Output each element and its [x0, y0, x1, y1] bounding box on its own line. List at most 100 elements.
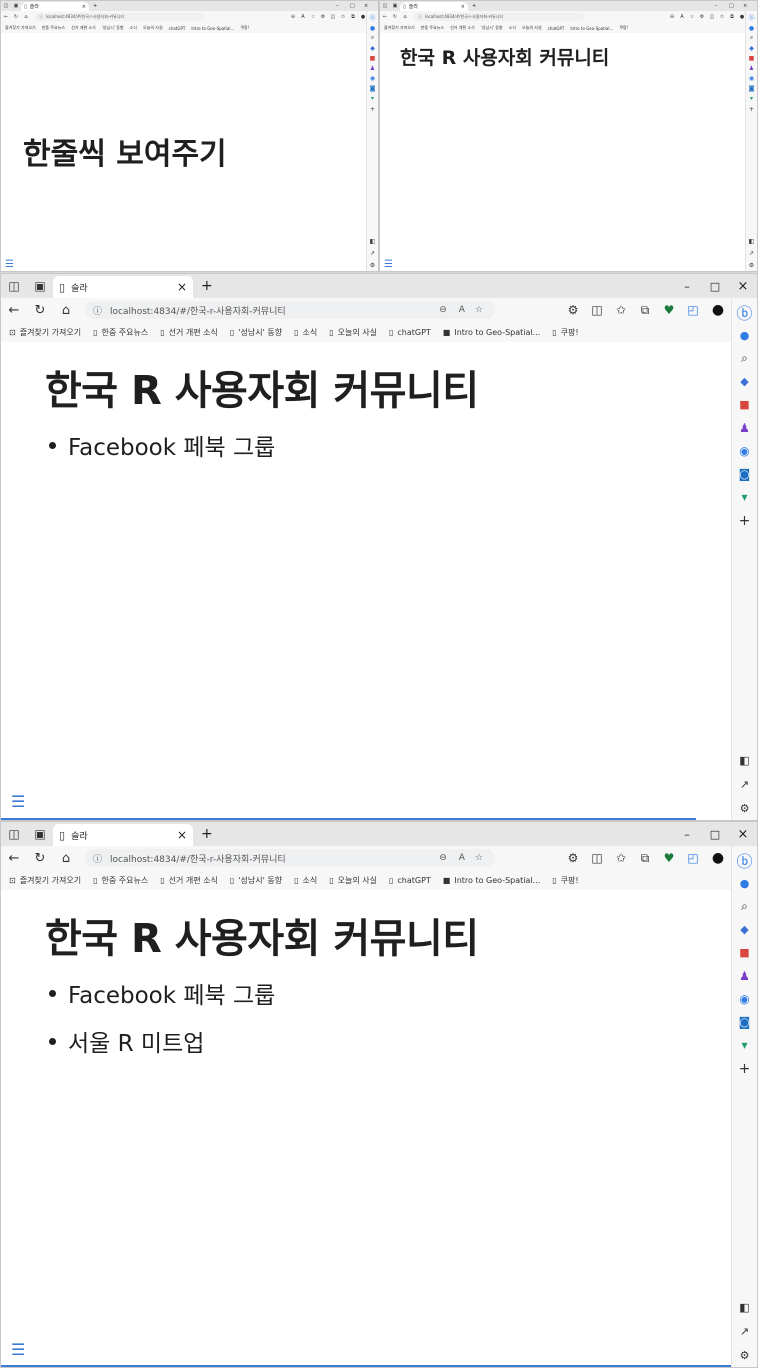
extensions-icon[interactable]: ⚙	[697, 14, 707, 20]
back-icon[interactable]: ←	[380, 14, 390, 20]
bing-icon[interactable]: ⓑ	[736, 848, 752, 872]
bing-icon[interactable]: ⓑ	[748, 11, 754, 23]
workspaces-icon[interactable]: ◫	[1, 3, 11, 9]
favorites-icon[interactable]: ✩	[609, 303, 633, 317]
new-tab-button[interactable]: +	[93, 3, 97, 9]
favorite-star-icon[interactable]: ☆	[475, 305, 483, 315]
bookmark-item[interactable]: ⊡ 즐겨찾기 가져오기	[9, 875, 81, 886]
menu-icon[interactable]: ☰	[11, 1340, 25, 1359]
bookmark-item[interactable]: 오늘의 사실	[143, 25, 163, 31]
browser-tab[interactable]: ▯ 슬라 ×	[53, 824, 193, 846]
refresh-icon[interactable]: ↻	[11, 14, 21, 20]
bookmark-item[interactable]: 선거 개편 소식	[450, 25, 475, 31]
close-window-button[interactable]: ×	[729, 279, 757, 294]
collections-icon[interactable]: ⧉	[633, 851, 657, 866]
bookmark-item[interactable]: ▯ 쿠팡!	[552, 327, 578, 338]
address-bar[interactable]: ⓘ localhost:4834/#/한국-r-사용자회-커뮤니티 ⊖ A ☆	[85, 301, 495, 319]
workspaces-icon[interactable]: ◫	[1, 279, 27, 293]
external-link-icon[interactable]: ↗	[749, 247, 754, 259]
zoom-icon[interactable]: ⊖	[439, 305, 447, 315]
bell-icon[interactable]: ●	[740, 324, 750, 347]
read-aloud-icon[interactable]: A	[677, 14, 687, 20]
address-bar[interactable]: ⓘ localhost:4834/#/한국-r-사용자회-커뮤니티	[414, 13, 584, 21]
browser-tab[interactable]: ▯ 슬라 ×	[21, 2, 89, 11]
address-bar[interactable]: ⓘ localhost:4834/#/한국-r-사용자회-커뮤니티 ⊖ A ☆	[85, 849, 495, 867]
bookmark-item[interactable]: chatGPT	[169, 26, 186, 31]
favorite-star-icon[interactable]: ☆	[308, 14, 318, 20]
external-link-icon[interactable]: ↗	[740, 1319, 749, 1343]
bookmark-item[interactable]: ▯ 오늘의 사실	[329, 875, 377, 886]
tools-icon[interactable]: ■	[370, 53, 376, 63]
bookmark-item[interactable]: ▯ 소식	[294, 875, 317, 886]
bookmark-item[interactable]: '성남시' 동향	[481, 25, 503, 31]
home-icon[interactable]: ⌂	[53, 303, 79, 318]
extensions-icon[interactable]: ⚙	[561, 851, 585, 865]
minimize-button[interactable]: –	[715, 3, 729, 9]
split-screen-icon[interactable]: ◫	[585, 851, 609, 865]
search-icon[interactable]: ⌕	[371, 33, 374, 43]
split-screen-icon[interactable]: ◫	[585, 303, 609, 317]
close-window-button[interactable]: ×	[743, 3, 757, 9]
bookmark-item[interactable]: 한중 주요뉴스	[42, 25, 65, 31]
bing-icon[interactable]: ⓑ	[736, 300, 752, 324]
settings-icon[interactable]: ⚙	[749, 259, 754, 271]
workspaces-icon[interactable]: ◫	[380, 3, 390, 9]
add-icon[interactable]: +	[749, 103, 754, 115]
bookmark-item[interactable]: 소식	[130, 25, 137, 31]
menu-icon[interactable]: ☰	[11, 792, 25, 811]
settings-icon[interactable]: ⚙	[740, 796, 750, 820]
tools-icon[interactable]: ■	[739, 941, 749, 964]
bookmark-item[interactable]: ▯ 소식	[294, 327, 317, 338]
drop-icon[interactable]: ▾	[371, 93, 374, 103]
back-icon[interactable]: ←	[1, 14, 11, 20]
browser-essentials-icon[interactable]: ♥	[657, 851, 681, 865]
minimize-button[interactable]: –	[336, 3, 350, 9]
browser-essentials-icon[interactable]: ♥	[657, 303, 681, 317]
close-window-button[interactable]: ×	[729, 827, 757, 842]
bookmark-item[interactable]: 소식	[509, 25, 516, 31]
zoom-icon[interactable]: ⊖	[288, 14, 298, 20]
bookmark-item[interactable]: ▯ 한중 주요뉴스	[93, 327, 148, 338]
microsoft365-icon[interactable]: ◉	[370, 73, 375, 83]
new-tab-button[interactable]: +	[201, 278, 213, 294]
tab-actions-icon[interactable]: ▣	[11, 3, 21, 9]
collections-icon[interactable]: ⧉	[348, 14, 358, 20]
bookmark-item[interactable]: '성남시' 동향	[102, 25, 124, 31]
shopping-icon[interactable]: ◆	[740, 370, 748, 393]
close-tab-icon[interactable]: ×	[177, 828, 187, 842]
menu-icon[interactable]: ☰	[384, 259, 393, 270]
favorites-icon[interactable]: ✩	[609, 851, 633, 865]
bookmark-item[interactable]: chatGPT	[548, 26, 565, 31]
bookmark-item[interactable]: ▯ chatGPT	[389, 328, 431, 337]
address-bar[interactable]: ⓘ localhost:4834/#/한국-r-사용자회-커뮤니티	[35, 13, 205, 21]
bell-icon[interactable]: ●	[740, 872, 750, 895]
tools-icon[interactable]: ■	[739, 393, 749, 416]
split-screen-icon[interactable]: ◫	[328, 14, 338, 20]
refresh-icon[interactable]: ↻	[27, 303, 53, 318]
bell-icon[interactable]: ●	[749, 23, 754, 33]
browser-tab[interactable]: ▯ 슬라 ×	[53, 276, 193, 298]
minimize-button[interactable]: –	[673, 828, 701, 841]
minimize-button[interactable]: –	[673, 280, 701, 293]
zoom-icon[interactable]: ⊖	[667, 14, 677, 20]
external-link-icon[interactable]: ↗	[370, 247, 375, 259]
split-screen-icon[interactable]: ◫	[707, 14, 717, 20]
read-aloud-icon[interactable]: A	[298, 14, 308, 20]
maximize-button[interactable]: □	[729, 3, 743, 9]
bookmark-item[interactable]: ▯ chatGPT	[389, 876, 431, 885]
copilot-icon[interactable]: ◰	[681, 851, 705, 865]
bookmark-item[interactable]: ▯ 선거 개편 소식	[160, 327, 218, 338]
close-tab-icon[interactable]: ×	[461, 4, 465, 10]
new-tab-button[interactable]: +	[472, 3, 476, 9]
shopping-icon[interactable]: ◆	[370, 43, 375, 53]
sidebar-toggle-icon[interactable]: ◧	[739, 1295, 749, 1319]
favorite-star-icon[interactable]: ☆	[687, 14, 697, 20]
games-icon[interactable]: ♟	[739, 416, 750, 439]
refresh-icon[interactable]: ↻	[27, 851, 53, 866]
back-icon[interactable]: ←	[1, 851, 27, 866]
close-tab-icon[interactable]: ×	[82, 4, 86, 10]
settings-icon[interactable]: ⚙	[370, 259, 375, 271]
home-icon[interactable]: ⌂	[53, 851, 79, 866]
drop-icon[interactable]: ▾	[741, 1033, 747, 1056]
menu-icon[interactable]: ☰	[5, 259, 14, 270]
